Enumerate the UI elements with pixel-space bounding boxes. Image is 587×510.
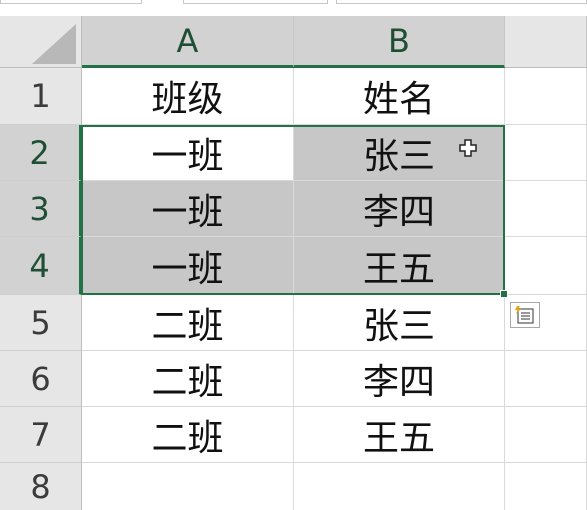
cell-a1[interactable]: 班级 xyxy=(82,68,294,125)
cell-c4[interactable] xyxy=(505,237,587,295)
cell-b1[interactable]: 姓名 xyxy=(294,68,505,125)
fill-handle[interactable] xyxy=(500,290,508,298)
row-header-6[interactable]: 6 xyxy=(0,351,82,407)
quick-analysis-icon xyxy=(515,306,534,324)
cell-c8[interactable] xyxy=(505,463,587,510)
cell-b4[interactable]: 王五 xyxy=(294,237,505,295)
name-box-edge[interactable] xyxy=(0,0,142,4)
row-header-1[interactable]: 1 xyxy=(0,68,82,125)
cell-a5[interactable]: 二班 xyxy=(82,295,294,351)
select-all-triangle-icon xyxy=(32,24,76,64)
row-header-4[interactable]: 4 xyxy=(0,237,82,295)
cell-a8[interactable] xyxy=(82,463,294,510)
row-header-8[interactable]: 8 xyxy=(0,463,82,510)
cell-c7[interactable] xyxy=(505,407,587,463)
cell-b7[interactable]: 王五 xyxy=(294,407,505,463)
row-header-5[interactable]: 5 xyxy=(0,295,82,351)
quick-analysis-button[interactable] xyxy=(510,302,540,328)
cell-c6[interactable] xyxy=(505,351,587,407)
cell-c1[interactable] xyxy=(505,68,587,125)
cell-c2[interactable] xyxy=(505,125,587,181)
cell-a4[interactable]: 一班 xyxy=(82,237,294,295)
cell-a6[interactable]: 二班 xyxy=(82,351,294,407)
row-header-2[interactable]: 2 xyxy=(0,125,82,181)
column-header-a[interactable]: A xyxy=(82,16,294,68)
cell-b8[interactable] xyxy=(294,463,505,510)
cell-b5[interactable]: 张三 xyxy=(294,295,505,351)
cell-b3[interactable]: 李四 xyxy=(294,181,505,237)
row-header-7[interactable]: 7 xyxy=(0,407,82,463)
column-header-c[interactable] xyxy=(505,16,587,68)
cell-a7[interactable]: 二班 xyxy=(82,407,294,463)
cell-a3[interactable]: 一班 xyxy=(82,181,294,237)
formula-input-edge[interactable] xyxy=(336,0,587,4)
cell-c3[interactable] xyxy=(505,181,587,237)
cell-a2-active[interactable]: 一班 xyxy=(82,125,294,181)
plus-cursor-icon xyxy=(459,139,477,157)
formula-bar-edge[interactable] xyxy=(183,0,328,4)
cell-b6[interactable]: 李四 xyxy=(294,351,505,407)
column-header-b[interactable]: B xyxy=(294,16,505,68)
row-header-3[interactable]: 3 xyxy=(0,181,82,237)
